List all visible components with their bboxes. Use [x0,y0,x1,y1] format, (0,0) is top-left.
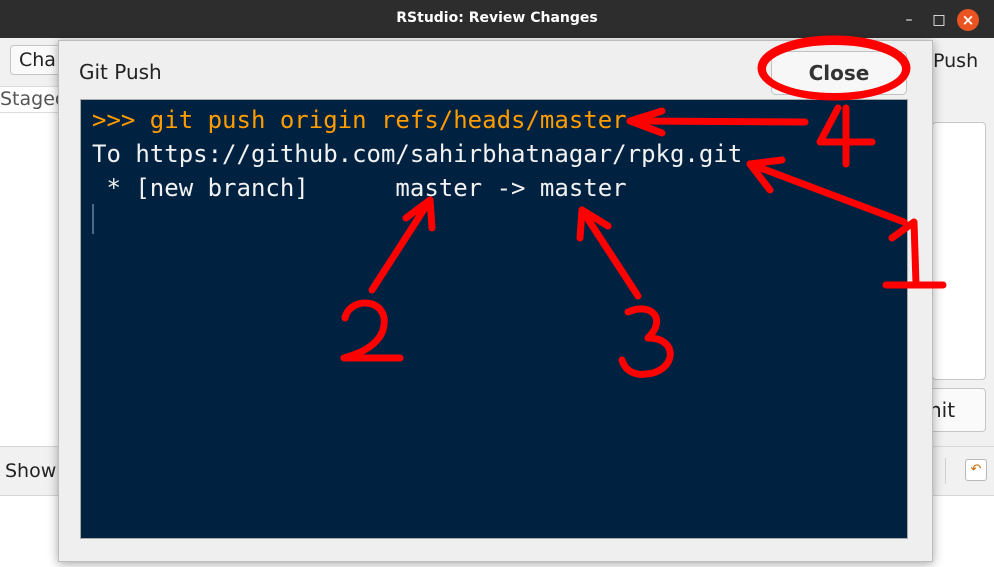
text-cursor [92,204,94,234]
changes-tab[interactable]: Cha [10,45,65,75]
maximize-icon[interactable]: □ [928,9,950,31]
toolbar-divider [945,458,946,484]
file-list-pane[interactable] [0,112,60,441]
window-titlebar: RStudio: Review Changes – □ × [0,0,994,38]
push-button[interactable]: Push [933,50,978,72]
git-output-console[interactable]: >>> git push origin refs/heads/master To… [80,99,908,539]
git-push-dialog: Git Push Close >>> git push origin refs/… [58,40,933,562]
remote-url-line: To https://github.com/sahirbhatnagar/rpk… [92,140,743,168]
show-label: Show [5,460,57,482]
git-command-line: >>> git push origin refs/heads/master [92,106,627,134]
close-button[interactable]: Close [771,51,907,95]
branch-result-line: * [new branch] master -> master [92,174,627,202]
revert-icon[interactable]: ↶ [965,459,987,481]
close-icon[interactable]: × [957,9,979,31]
commit-message-input[interactable] [932,122,986,380]
minimize-icon[interactable]: – [898,9,920,31]
dialog-title: Git Push [79,60,162,84]
window-title: RStudio: Review Changes [396,10,598,26]
staged-column-header: Staged [0,88,67,110]
